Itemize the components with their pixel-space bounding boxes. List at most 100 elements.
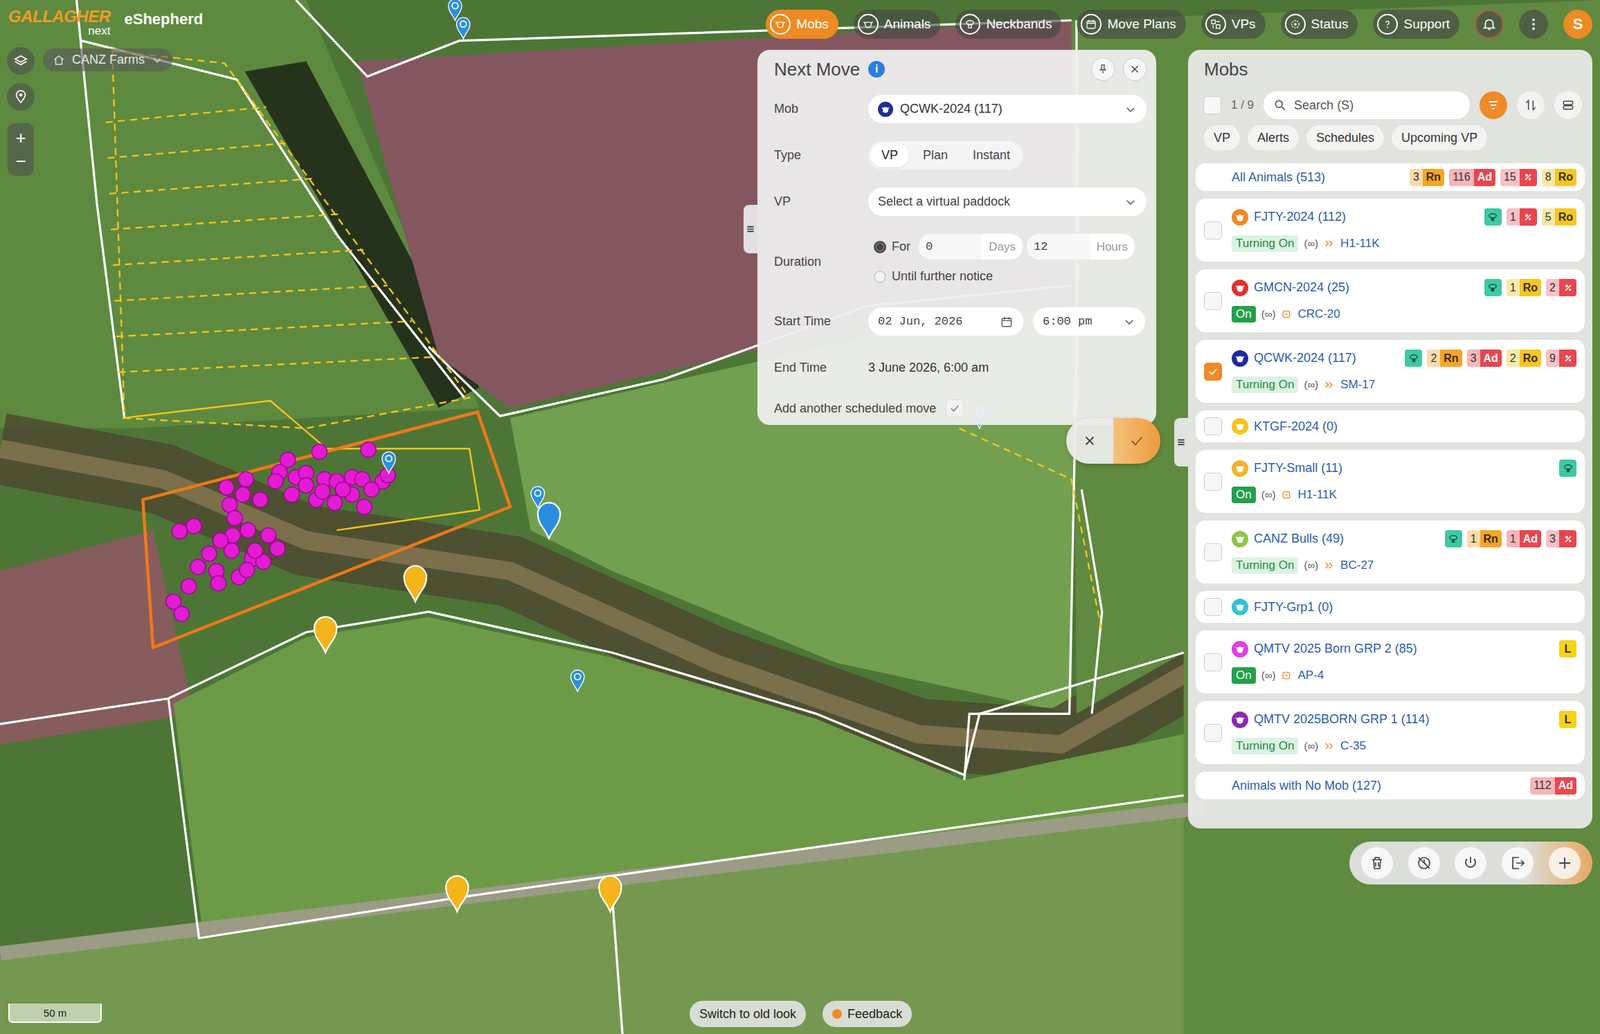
selected-vp[interactable] — [142, 411, 511, 648]
mob-name[interactable]: QMTV 2025 Born GRP 2 (85) — [1253, 641, 1554, 657]
animal-marker[interactable] — [239, 562, 255, 579]
delete-button[interactable] — [1361, 847, 1393, 880]
mob-row[interactable]: GMCN-2024 (25)1Ro2On(∞)CRC-20 — [1195, 269, 1585, 333]
animal-marker[interactable] — [298, 477, 314, 493]
animal-marker[interactable] — [186, 518, 202, 534]
mob-row[interactable]: FJTY-2024 (112)15RoTurning On(∞)H1-11K — [1195, 198, 1585, 262]
mob-name[interactable]: Animals with No Mob (127) — [1231, 778, 1525, 794]
animal-marker[interactable] — [210, 576, 226, 592]
mob-name[interactable]: KTGF-2024 (0) — [1253, 419, 1571, 435]
vp-link[interactable]: SM-17 — [1340, 378, 1375, 392]
animal-marker[interactable] — [190, 559, 206, 575]
animal-marker[interactable] — [363, 481, 379, 498]
mob-row[interactable]: KTGF-2024 (0) — [1195, 410, 1585, 443]
cancel-button[interactable] — [1066, 418, 1114, 464]
mob-row[interactable]: QMTV 2025 Born GRP 2 (85)LOn(∞)AP-4 — [1195, 630, 1585, 694]
animal-marker[interactable] — [218, 479, 235, 496]
mob-name[interactable]: FJTY-Grp1 (0) — [1253, 600, 1571, 615]
animal-marker[interactable] — [311, 444, 327, 460]
animal-marker[interactable] — [240, 522, 256, 538]
animal-marker[interactable] — [181, 578, 197, 595]
view-button[interactable] — [1554, 91, 1582, 120]
mob-name[interactable]: CANZ Bulls (49) — [1253, 531, 1440, 547]
animal-marker[interactable] — [360, 442, 376, 458]
mob-row[interactable]: FJTY-Grp1 (0) — [1195, 591, 1585, 624]
filter-button[interactable] — [1479, 91, 1508, 120]
mob-select[interactable]: QCWK-2024 (117) — [868, 94, 1147, 124]
map-pin[interactable] — [314, 616, 337, 653]
animal-marker[interactable] — [326, 495, 343, 511]
hours-input[interactable]: 12Hours — [1026, 234, 1135, 260]
filter-chip[interactable]: Schedules — [1305, 124, 1385, 151]
days-input[interactable]: 0Days — [918, 234, 1023, 260]
layers-button[interactable] — [6, 47, 35, 75]
map-pin[interactable] — [404, 566, 427, 603]
animal-marker[interactable] — [171, 524, 187, 540]
pin-button[interactable] — [1091, 57, 1115, 82]
mob-checkbox[interactable] — [1203, 472, 1222, 491]
app-logo[interactable]: GALLAGHERnexteShepherd — [8, 6, 203, 38]
date-input[interactable]: 02 Jun, 2026 — [868, 307, 1024, 336]
animal-marker[interactable] — [315, 483, 331, 500]
select-all-checkbox[interactable] — [1203, 96, 1222, 115]
power-button[interactable] — [1454, 847, 1487, 880]
mob-checkbox[interactable] — [1203, 543, 1222, 562]
nav-button[interactable]: Neckbands — [955, 9, 1062, 39]
mob-checkbox[interactable] — [1203, 653, 1222, 672]
notifications-button[interactable] — [1474, 9, 1504, 39]
vp-link[interactable]: H1-11K — [1340, 236, 1380, 251]
mob-checkbox[interactable] — [1203, 417, 1222, 436]
info-button[interactable]: i — [868, 60, 885, 78]
nav-button[interactable]: Move Plans — [1076, 9, 1186, 39]
nav-button[interactable]: Status — [1280, 9, 1359, 39]
mob-name[interactable]: FJTY-Small (11) — [1253, 461, 1554, 476]
mob-checkbox[interactable] — [1203, 598, 1222, 617]
mob-checkbox[interactable] — [1203, 724, 1222, 743]
animal-marker[interactable] — [227, 510, 243, 526]
close-button[interactable] — [1122, 57, 1147, 82]
animal-marker[interactable] — [252, 492, 268, 508]
time-select[interactable]: 6:00 pm — [1032, 307, 1146, 336]
filter-chip[interactable]: VP — [1203, 124, 1241, 151]
mob-row[interactable]: CANZ Bulls (49)1Rn1Ad3Turning On(∞)BC-27 — [1195, 520, 1585, 584]
map-pin[interactable] — [570, 670, 584, 692]
animal-marker[interactable] — [247, 543, 263, 559]
mob-name[interactable]: GMCN-2024 (25) — [1253, 280, 1479, 295]
vp-link[interactable]: CRC-20 — [1297, 307, 1340, 322]
nav-button[interactable]: Mobs — [765, 9, 838, 39]
add-button[interactable] — [1548, 847, 1581, 880]
type-option[interactable]: Instant — [961, 143, 1022, 168]
map-pin[interactable] — [382, 452, 396, 474]
radio-button[interactable] — [873, 270, 887, 284]
zoom-in-button[interactable]: + — [15, 126, 26, 150]
map-pin[interactable] — [445, 876, 469, 913]
panel-handle[interactable] — [743, 204, 758, 254]
footer-button[interactable]: Feedback — [822, 1001, 912, 1028]
radio-button[interactable] — [873, 240, 887, 254]
vp-link[interactable]: H1-11K — [1297, 488, 1337, 502]
sort-button[interactable] — [1516, 91, 1545, 120]
clear-schedule-button[interactable] — [1408, 847, 1441, 880]
animal-marker[interactable] — [267, 473, 284, 489]
mob-checkbox[interactable] — [1203, 221, 1222, 240]
add-another-checkbox[interactable] — [945, 399, 964, 418]
more-button[interactable] — [1518, 9, 1549, 39]
animal-marker[interactable] — [235, 487, 251, 503]
animal-marker[interactable] — [212, 533, 228, 549]
panel-handle[interactable] — [1174, 418, 1189, 467]
map-pin[interactable] — [598, 876, 622, 913]
vp-link[interactable]: C-35 — [1340, 739, 1366, 754]
map-pin[interactable] — [448, 0, 462, 21]
vp-link[interactable]: BC-27 — [1340, 558, 1374, 573]
mob-name[interactable]: All Animals (513) — [1231, 170, 1405, 185]
map-pin[interactable] — [456, 17, 470, 39]
locate-button[interactable] — [6, 83, 35, 111]
animal-marker[interactable] — [173, 606, 190, 622]
animal-marker[interactable] — [283, 487, 300, 503]
user-avatar[interactable]: S — [1563, 9, 1593, 39]
type-option[interactable]: Plan — [911, 143, 959, 168]
nav-button[interactable]: Animals — [853, 9, 941, 39]
mob-name[interactable]: QMTV 2025BORN GRP 1 (114) — [1253, 712, 1554, 727]
mob-row[interactable]: QCWK-2024 (117)2Rn3Ad2Ro9Turning On(∞)SM… — [1195, 339, 1585, 403]
mob-name[interactable]: QCWK-2024 (117) — [1253, 351, 1400, 366]
